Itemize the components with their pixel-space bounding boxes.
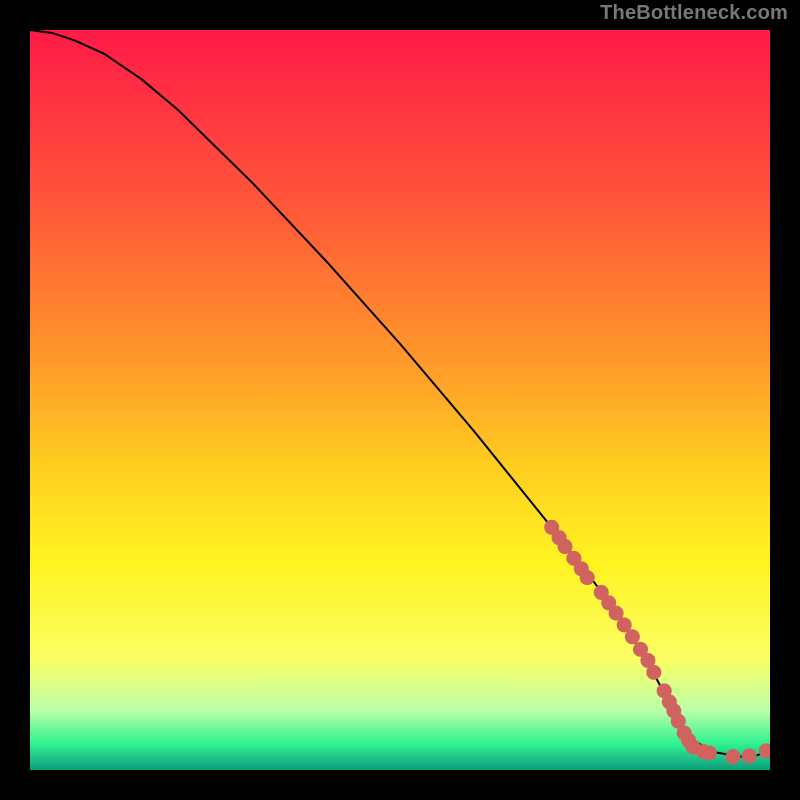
highlight-point	[742, 748, 757, 763]
highlight-point	[759, 743, 774, 758]
highlight-point	[726, 749, 741, 764]
highlight-point	[580, 570, 595, 585]
chart-stage: TheBottleneck.com	[0, 0, 800, 800]
highlight-point	[646, 665, 661, 680]
highlight-point	[702, 745, 717, 760]
highlight-point	[558, 539, 573, 554]
gradient-background	[30, 30, 770, 770]
watermark-text: TheBottleneck.com	[600, 2, 788, 25]
highlight-point	[625, 629, 640, 644]
bottleneck-chart	[0, 0, 800, 800]
